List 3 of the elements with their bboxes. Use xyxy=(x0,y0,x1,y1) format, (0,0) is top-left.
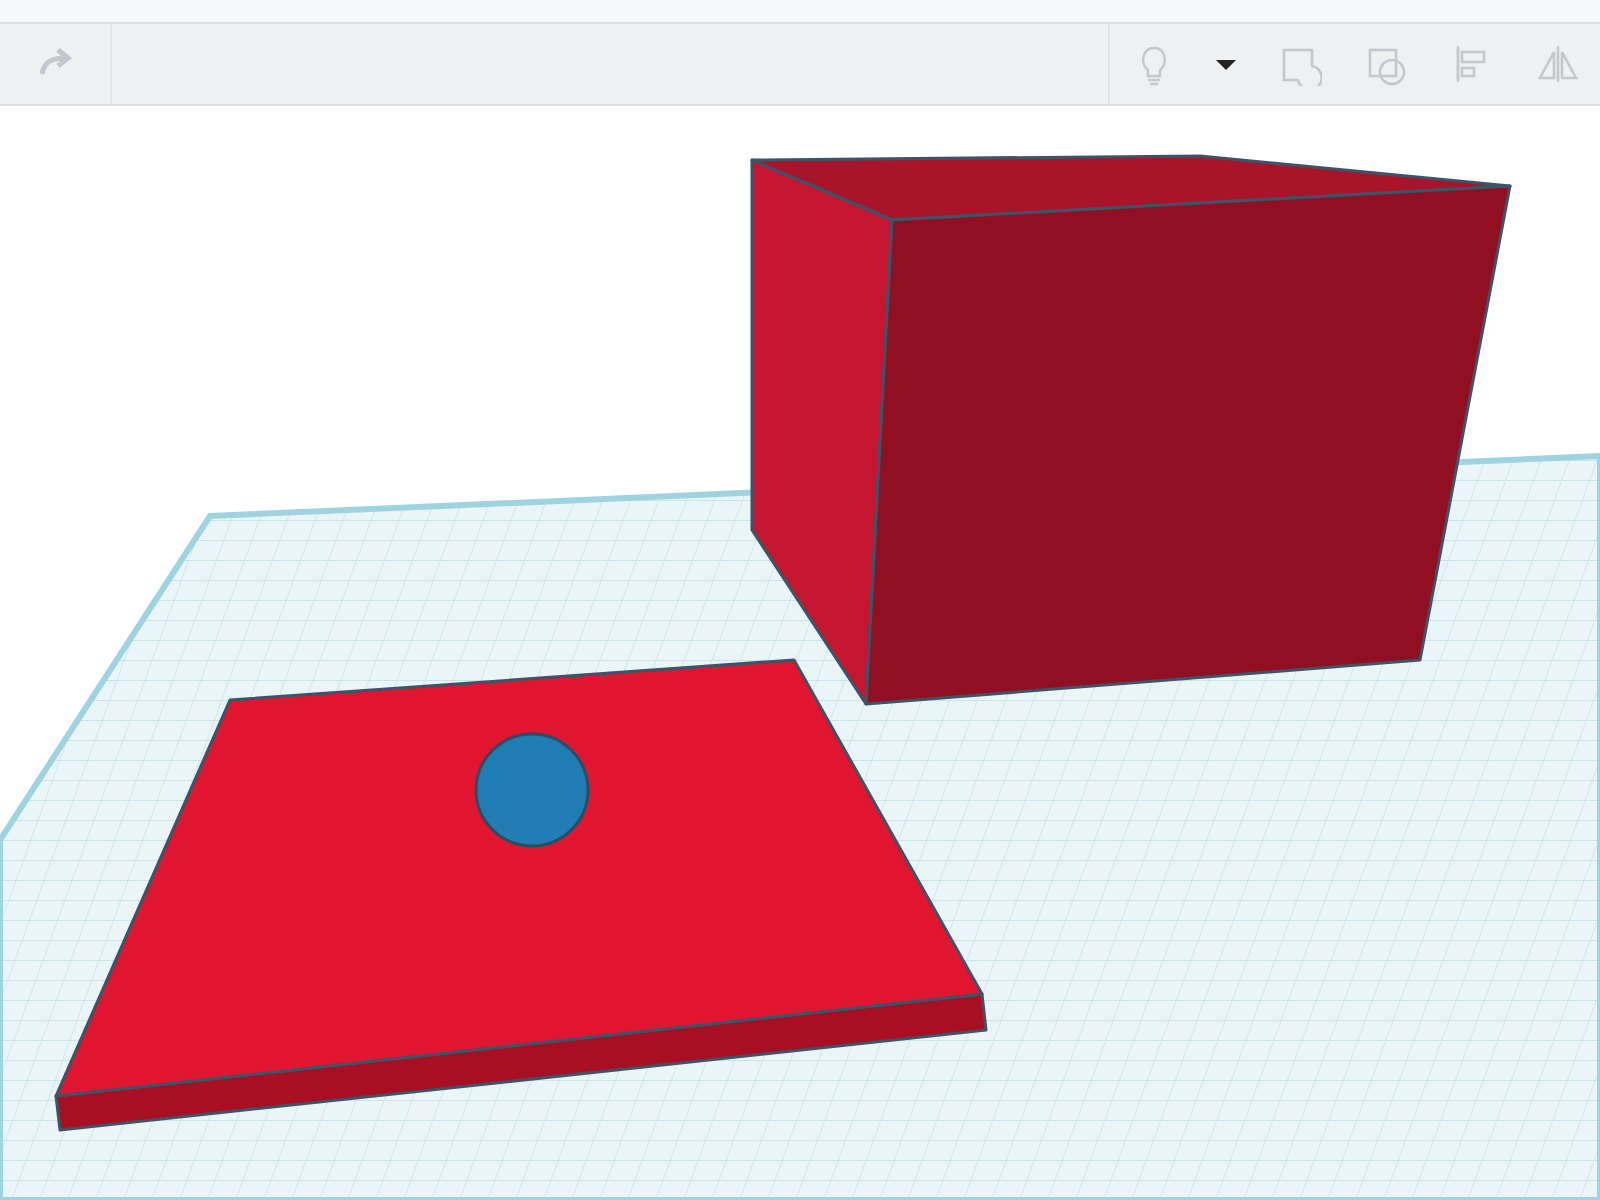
sphere-drawing xyxy=(474,732,590,848)
mirror-icon xyxy=(1535,42,1579,86)
caret-icon xyxy=(1216,59,1236,69)
